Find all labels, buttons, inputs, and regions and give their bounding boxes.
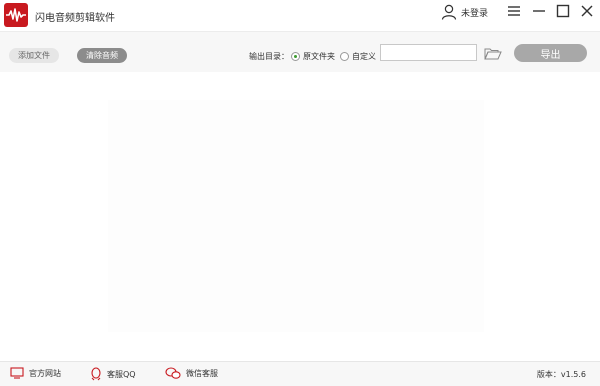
official-website-link[interactable]: 官方网站	[10, 367, 61, 379]
title-bar: 闪电音频剪辑软件 未登录	[0, 0, 600, 30]
menu-icon[interactable]	[505, 3, 523, 19]
wechat-service-link[interactable]: 微信客服	[165, 367, 218, 380]
wechat-icon	[165, 367, 181, 379]
minimize-icon[interactable]	[530, 3, 548, 19]
login-status-link[interactable]: 未登录	[461, 6, 488, 19]
monitor-icon	[10, 367, 24, 379]
output-dir-label: 输出目录：	[249, 52, 289, 61]
clear-audio-button[interactable]: 清除音频	[77, 48, 127, 63]
qq-icon	[91, 367, 101, 381]
version-label: 版本：v1.5.6	[536, 370, 586, 379]
radio-custom[interactable]	[340, 52, 349, 61]
close-icon[interactable]	[578, 3, 596, 19]
radio-custom-label[interactable]: 自定义	[352, 51, 376, 62]
export-button[interactable]: 导出	[514, 44, 587, 62]
drop-area[interactable]	[108, 100, 484, 332]
status-bar: 官方网站 客服QQ 微信客服 版本：v1.5.6	[0, 361, 600, 386]
user-icon[interactable]	[441, 4, 457, 20]
add-file-button[interactable]: 添加文件	[9, 48, 59, 63]
radio-original-folder[interactable]	[291, 52, 300, 61]
output-path-input[interactable]	[380, 44, 477, 61]
audio-waveform-icon	[4, 3, 28, 27]
app-title: 闪电音频剪辑软件	[35, 13, 115, 24]
customer-service-qq-link[interactable]: 客服QQ	[90, 367, 136, 381]
folder-open-icon[interactable]	[484, 47, 502, 61]
toolbar: 添加文件 清除音频 输出目录： 原文件夹 自定义 导出	[0, 31, 600, 73]
radio-original-folder-label[interactable]: 原文件夹	[303, 51, 335, 62]
customer-service-qq-label: 客服QQ	[107, 369, 136, 379]
maximize-icon[interactable]	[554, 3, 572, 19]
wechat-service-label: 微信客服	[186, 369, 218, 378]
file-list-area	[0, 72, 600, 360]
official-website-label: 官方网站	[29, 368, 61, 378]
